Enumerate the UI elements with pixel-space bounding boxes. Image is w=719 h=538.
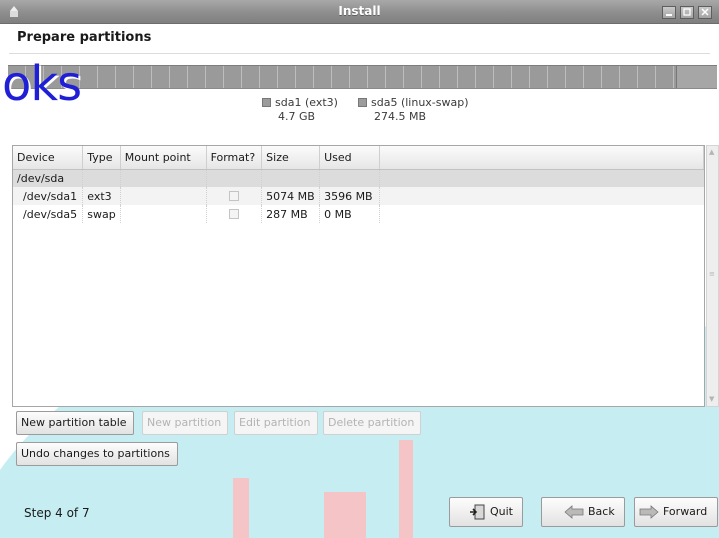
legend-item-sda5: sda5 (linux-swap) 274.5 MB xyxy=(358,96,469,123)
legend-size: 4.7 GB xyxy=(278,110,316,123)
watermark-text: oks xyxy=(2,56,82,112)
page-title: Prepare partitions xyxy=(17,30,152,45)
cell-device: /dev/sda1 xyxy=(13,187,84,205)
column-header-type[interactable]: Type xyxy=(82,146,121,170)
back-button[interactable]: Back xyxy=(541,497,625,527)
partition-table[interactable]: Device Type Mount point Format? Size Use… xyxy=(12,145,705,407)
swap-segment xyxy=(676,66,717,88)
new-partition-button[interactable]: New partition xyxy=(142,411,228,435)
delete-partition-button[interactable]: Delete partition xyxy=(323,411,421,435)
column-header-mount-point[interactable]: Mount point xyxy=(120,146,207,170)
column-header-used[interactable]: Used xyxy=(319,146,380,170)
scroll-grip-icon: ≡ xyxy=(709,270,715,278)
forward-button[interactable]: Forward xyxy=(634,497,718,527)
quit-icon xyxy=(470,504,485,520)
table-row[interactable]: /dev/sda5 swap 287 MB 0 MB xyxy=(13,205,704,223)
quit-label: Quit xyxy=(490,505,513,518)
legend-size: 274.5 MB xyxy=(374,110,427,123)
legend-label: sda5 (linux-swap) xyxy=(371,96,469,109)
cell-format xyxy=(206,187,263,205)
partition-bar xyxy=(8,65,717,89)
legend-swatch xyxy=(262,98,271,107)
cell-device: /dev/sda5 xyxy=(13,205,84,223)
new-partition-table-button[interactable]: New partition table xyxy=(16,411,134,435)
column-header-format[interactable]: Format? xyxy=(206,146,263,170)
title-bar: Install xyxy=(0,0,719,24)
cell-format xyxy=(206,205,263,223)
window-title: Install xyxy=(338,4,381,18)
quit-button[interactable]: Quit xyxy=(449,497,523,527)
cell-size: 5074 MB xyxy=(261,187,321,205)
table-scrollbar[interactable]: ▲ ≡ ▼ xyxy=(706,145,719,407)
cell-mount xyxy=(120,187,207,205)
legend-swatch xyxy=(358,98,367,107)
cell-used: 0 MB xyxy=(319,205,380,223)
table-row-disk[interactable]: /dev/sda xyxy=(13,169,704,187)
arrow-left-icon xyxy=(564,505,584,519)
table-header: Device Type Mount point Format? Size Use… xyxy=(13,146,704,170)
forward-label: Forward xyxy=(663,505,708,518)
column-header-filler xyxy=(379,146,704,170)
cell-type: swap xyxy=(82,205,121,223)
cell-mount xyxy=(120,205,207,223)
back-label: Back xyxy=(588,505,615,518)
cell-device: /dev/sda xyxy=(13,169,84,187)
maximize-icon[interactable] xyxy=(680,6,694,19)
format-checkbox[interactable] xyxy=(228,190,239,201)
undo-changes-button[interactable]: Undo changes to partitions xyxy=(16,442,178,466)
scroll-down-icon[interactable]: ▼ xyxy=(709,395,714,403)
column-header-device[interactable]: Device xyxy=(13,146,84,170)
header-divider xyxy=(9,53,710,54)
table-row[interactable]: /dev/sda1 ext3 5074 MB 3596 MB xyxy=(13,187,704,205)
legend-item-sda1: sda1 (ext3) 4.7 GB xyxy=(262,96,338,123)
step-indicator: Step 4 of 7 xyxy=(24,506,90,520)
cell-type: ext3 xyxy=(82,187,121,205)
edit-partition-button[interactable]: Edit partition xyxy=(234,411,318,435)
minimize-icon[interactable] xyxy=(662,6,676,19)
close-icon[interactable] xyxy=(698,6,712,19)
cell-size: 287 MB xyxy=(261,205,321,223)
legend-label: sda1 (ext3) xyxy=(275,96,338,109)
format-checkbox[interactable] xyxy=(228,208,239,219)
cell-used: 3596 MB xyxy=(319,187,380,205)
scroll-up-icon[interactable]: ▲ xyxy=(709,148,714,156)
arrow-right-icon xyxy=(639,505,659,519)
column-header-size[interactable]: Size xyxy=(261,146,321,170)
